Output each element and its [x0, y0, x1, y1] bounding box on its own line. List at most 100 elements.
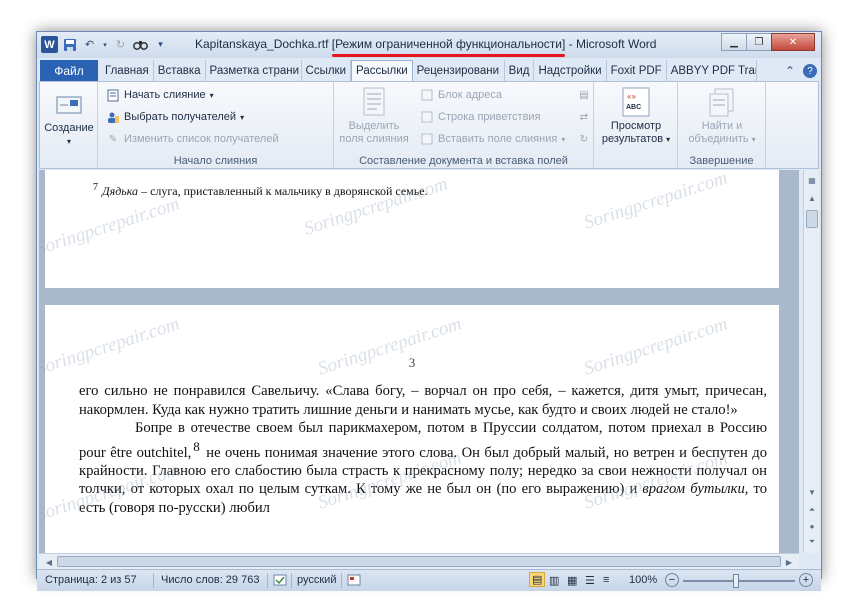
web-layout-icon[interactable]: ▦ [567, 574, 577, 587]
next-page-icon[interactable]: ⏷ [804, 534, 820, 550]
paragraph: Бопре в отечестве своем был парикмахером… [79, 419, 767, 517]
document-page[interactable]: 3 его сильно не понравился Савельичу. «С… [45, 305, 779, 553]
draft-view-icon[interactable]: ≡ [603, 574, 609, 586]
finish-merge-button[interactable]: Найти и объединить ▾ [682, 86, 762, 146]
highlight-fields-icon [358, 86, 390, 118]
outline-view-icon[interactable]: ☰ [585, 574, 595, 587]
tab-references[interactable]: Ссылки [302, 60, 352, 81]
tab-foxit-pdf[interactable]: Foxit PDF [607, 60, 667, 81]
previous-page-icon[interactable]: ⏶ [804, 502, 820, 518]
tab-view[interactable]: Вид [505, 60, 535, 81]
undo-icon[interactable]: ↶ [81, 36, 98, 53]
edit-recipient-list-button[interactable]: ✎ Изменить список получателей [106, 132, 279, 146]
match-fields-icon: ⇄ [579, 111, 589, 123]
edit-recipient-list-label: Изменить список получателей [124, 133, 279, 145]
group-start-merge-label: Начало слияния [173, 155, 258, 167]
page-count[interactable]: Страница: 2 из 57 [45, 574, 137, 586]
macro-record-icon[interactable] [347, 574, 361, 589]
scroll-thumb[interactable] [806, 210, 818, 228]
divider [341, 573, 342, 588]
chevron-down-icon: ▾ [666, 135, 671, 144]
zoom-slider-thumb[interactable] [733, 574, 739, 588]
start-merge-button[interactable]: Начать слияние ▾ [106, 88, 214, 102]
scroll-up-icon[interactable]: ▲ [804, 190, 820, 206]
document-area[interactable]: 7 Дядька – слуга, приставленный к мальчик… [39, 170, 799, 553]
tab-page-layout[interactable]: Разметка страни [206, 60, 302, 81]
highlight-fields-button[interactable]: Выделить поля слияния [338, 86, 410, 146]
match-fields-button[interactable]: ⇄ [577, 110, 591, 124]
browse-object-icon[interactable]: ● [804, 518, 820, 534]
tab-review[interactable]: Рецензировани [413, 60, 505, 81]
save-icon[interactable] [61, 36, 78, 53]
zoom-out-icon[interactable]: − [665, 573, 679, 587]
select-recipients-button[interactable]: Выбрать получателей ▾ [106, 110, 244, 124]
footnote-text: – слуга, приставленный к мальчику в двор… [138, 184, 428, 198]
divider [153, 573, 154, 588]
spell-check-icon[interactable] [273, 574, 287, 589]
preview-results-label-1: Просмотр [610, 120, 662, 132]
create-label: Создание [44, 122, 94, 134]
group-finish: Найти и объединить ▾ Завершение [678, 82, 766, 168]
status-bar: Страница: 2 из 57 Число слов: 29 763 рус… [37, 569, 821, 591]
edit-list-icon: ✎ [108, 133, 118, 145]
preview-results-button[interactable]: «» ABC Просмотр результатов ▾ [596, 86, 676, 146]
zoom-in-icon[interactable]: + [799, 573, 813, 587]
tab-insert[interactable]: Вставка [154, 60, 206, 81]
zoom-level[interactable]: 100% [629, 574, 657, 586]
tab-addins[interactable]: Надстройки [534, 60, 607, 81]
preview-results-icon: «» ABC [620, 86, 652, 118]
group-start-merge: Начать слияние ▾ Выбрать получателей ▾ ✎… [98, 82, 334, 168]
scroll-left-icon[interactable]: ◀ [41, 554, 57, 570]
window-title: Kapitanskaya_Dochka.rtf [Режим ограничен… [195, 37, 657, 57]
ribbon-tabs: Файл Главная Вставка Разметка страни Ссы… [37, 60, 821, 81]
ribbon-minimize-icon[interactable]: ⌃ [785, 64, 795, 78]
language[interactable]: русский [297, 574, 336, 586]
envelope-icon [53, 88, 85, 120]
body-text: его сильно не понравился Савельичу. «Сла… [79, 382, 767, 517]
customize-toolbar-icon[interactable]: ▾ [152, 36, 169, 53]
help-icon[interactable]: ? [803, 64, 817, 78]
document-icon [106, 88, 120, 102]
word-window: W ↶ ▾ ↻ ▾ Kapitanskaya_Dochka.rtf [Режим… [36, 31, 822, 591]
word-logo-icon[interactable]: W [41, 36, 58, 53]
finish-merge-icon [706, 86, 738, 118]
group-finish-label: Завершение [689, 155, 754, 167]
greeting-line-icon [420, 110, 434, 124]
scroll-down-icon[interactable]: ▼ [804, 484, 820, 500]
word-count[interactable]: Число слов: 29 763 [161, 574, 259, 586]
maximize-button[interactable]: ❐ [746, 33, 772, 51]
insert-merge-field-button[interactable]: Вставить поле слияния ▾ [420, 132, 565, 146]
zoom-slider[interactable] [683, 580, 795, 582]
scroll-thumb[interactable] [57, 556, 781, 567]
ruler-toggle-icon[interactable]: ▦ [804, 172, 820, 188]
find-icon[interactable] [132, 36, 149, 53]
title-separator: - [565, 37, 576, 51]
update-labels-button[interactable]: ↻ [577, 132, 591, 146]
tab-file[interactable]: Файл [40, 60, 98, 81]
horizontal-scrollbar[interactable]: ◀ ▶ [39, 553, 799, 569]
greeting-line-label: Строка приветствия [438, 111, 541, 123]
tab-abbyy-pdf[interactable]: ABBYY PDF Trans [667, 60, 757, 81]
update-labels-icon: ↻ [579, 133, 589, 145]
finish-merge-label-1: Найти и [701, 120, 743, 132]
document-page[interactable]: 7 Дядька – слуга, приставленный к мальчик… [45, 170, 779, 288]
address-block-button[interactable]: Блок адреса [420, 88, 502, 102]
chevron-down-icon: ▾ [561, 134, 566, 144]
tab-mailings[interactable]: Рассылки [351, 60, 413, 81]
create-button[interactable]: Создание ▾ [42, 88, 96, 148]
vertical-scrollbar[interactable]: ▦ ▲ ▼ ⏶ ● ⏷ [803, 170, 819, 553]
scroll-right-icon[interactable]: ▶ [781, 554, 797, 570]
tab-home[interactable]: Главная [101, 60, 154, 81]
highlight-fields-label-2: поля слияния [339, 133, 409, 145]
print-layout-view-icon[interactable]: ▤ [529, 572, 546, 587]
minimize-button[interactable]: ▁ [721, 33, 747, 51]
title-app: Microsoft Word [575, 37, 657, 51]
highlight-fields-label-1: Выделить [348, 120, 400, 132]
rules-button[interactable]: ▤ [577, 88, 591, 102]
dropdown-arrow-icon[interactable]: ▾ [101, 36, 109, 53]
close-button[interactable]: ✕ [771, 33, 815, 51]
full-screen-reading-icon[interactable]: ▥ [549, 574, 559, 587]
greeting-line-button[interactable]: Строка приветствия [420, 110, 541, 124]
chevron-down-icon: ▾ [209, 90, 214, 100]
redo-icon[interactable]: ↻ [112, 36, 129, 53]
